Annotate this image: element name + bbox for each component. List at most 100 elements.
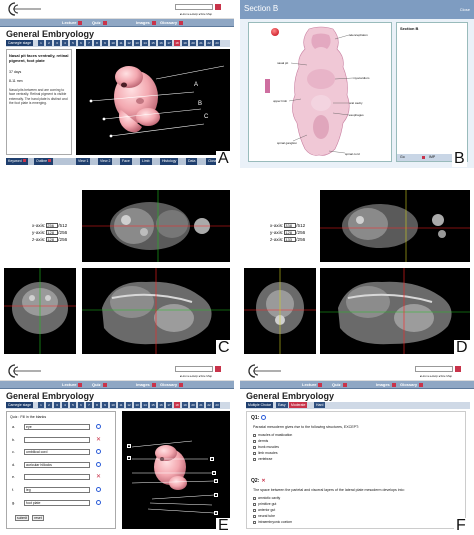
imp-button[interactable]: IMP [429, 155, 435, 159]
stage-page-button[interactable]: 18 [174, 402, 180, 408]
z-axis-input[interactable]: 133 [284, 237, 297, 242]
tab-hard[interactable]: Hard [314, 402, 326, 408]
stage-page-button[interactable]: 18 [174, 40, 180, 46]
callout-box[interactable]: g [214, 511, 218, 515]
stage-page-button[interactable]: 10 [110, 402, 116, 408]
data-button[interactable]: Data [186, 158, 198, 165]
stage-page-button[interactable]: 1 [38, 40, 44, 46]
stage-page-button[interactable]: 9 [102, 40, 108, 46]
z-axis-input[interactable]: 128 [46, 237, 59, 242]
search-input[interactable] [175, 366, 213, 372]
outline-button[interactable]: Outline [34, 158, 54, 165]
callout-box[interactable]: d [212, 471, 216, 475]
radio-button[interactable] [253, 445, 256, 449]
answer-input[interactable]: foot plate [24, 499, 90, 506]
limb-button[interactable]: Limb [140, 158, 152, 165]
y-axis-input[interactable]: 128 [46, 230, 59, 235]
stage-page-button[interactable]: 2 [46, 40, 52, 46]
nav-quiz[interactable]: Quiz [332, 382, 347, 388]
nav-lecture[interactable]: Lecture [302, 382, 323, 388]
stage-page-button[interactable]: 4 [62, 402, 68, 408]
radio-button[interactable] [253, 439, 256, 443]
nav-quiz[interactable]: Quiz [92, 20, 107, 26]
stage-page-button[interactable]: 7 [86, 40, 92, 46]
stage-page-button[interactable]: 12 [126, 402, 132, 408]
search-input[interactable] [175, 4, 213, 10]
radio-button[interactable] [253, 514, 256, 518]
answer-input[interactable] [24, 436, 90, 443]
answer-input[interactable] [24, 474, 90, 481]
stage-page-button[interactable]: 7 [86, 402, 92, 408]
mri-axial-view[interactable] [320, 190, 470, 262]
callout-box[interactable]: f [214, 493, 218, 497]
stage-page-button[interactable]: 8 [94, 40, 100, 46]
keyword-button[interactable]: Keyword [6, 158, 28, 165]
nav-lecture[interactable]: Lecture [62, 20, 83, 26]
stage-page-button[interactable]: 12 [126, 40, 132, 46]
stage-page-button[interactable]: 8 [94, 402, 100, 408]
nav-glossary[interactable]: Glossary [160, 20, 184, 26]
stage-page-button[interactable]: 23 [214, 402, 220, 408]
radio-button[interactable] [253, 520, 256, 524]
stage-page-button[interactable]: 22 [206, 402, 212, 408]
view1-button[interactable]: View 1 [76, 158, 91, 165]
answer-input[interactable]: eye [24, 424, 90, 430]
stage-page-button[interactable]: 15 [150, 402, 156, 408]
radio-button[interactable] [253, 451, 256, 455]
stage-page-button[interactable]: 3 [54, 402, 60, 408]
callout-box[interactable]: b [127, 456, 131, 460]
stage-page-button[interactable]: 16 [158, 40, 164, 46]
stage-page-button[interactable]: 10 [110, 40, 116, 46]
answer-input[interactable]: leg [24, 486, 90, 493]
stage-page-button[interactable]: 19 [182, 40, 188, 46]
radio-button[interactable] [253, 457, 256, 461]
stage-page-button[interactable]: 21 [198, 40, 204, 46]
reset-button[interactable]: reset [32, 515, 44, 521]
record-icon[interactable] [271, 28, 279, 36]
stage-page-button[interactable]: 16 [158, 402, 164, 408]
top-links[interactable]: ▸Home ▸Help ▸Site Map [420, 374, 452, 378]
nav-images[interactable]: Images [136, 20, 156, 26]
mri-coronal-view[interactable] [244, 268, 316, 354]
nav-glossary[interactable]: Glossary [400, 382, 424, 388]
stage-page-button[interactable]: 23 [214, 40, 220, 46]
answer-input[interactable]: umbilical cord [24, 449, 90, 456]
stage-page-button[interactable]: 22 [206, 40, 212, 46]
nav-images[interactable]: Images [376, 382, 396, 388]
stage-page-button[interactable]: 17 [166, 40, 172, 46]
tab-moderate[interactable]: Moderate [289, 402, 308, 408]
stage-page-button[interactable]: 9 [102, 402, 108, 408]
radio-button[interactable] [253, 433, 256, 437]
radio-button[interactable] [253, 502, 256, 506]
stage-page-button[interactable]: 6 [78, 40, 84, 46]
stage-page-button[interactable]: 1 [38, 402, 44, 408]
search-button[interactable] [215, 4, 221, 10]
histology-button[interactable]: Histology [160, 158, 179, 165]
embryo-viewer[interactable]: a b c d e f g [122, 411, 230, 529]
stage-page-button[interactable]: 5 [70, 40, 76, 46]
stage-page-button[interactable]: 5 [70, 402, 76, 408]
stage-page-button[interactable]: 4 [62, 40, 68, 46]
mri-coronal-view[interactable] [4, 268, 76, 354]
search-button[interactable] [455, 366, 461, 372]
x-axis-input[interactable]: 338 [284, 223, 297, 228]
stage-page-button[interactable]: 3 [54, 40, 60, 46]
option-item[interactable]: vertebrae [253, 456, 292, 462]
stage-page-button[interactable]: 14 [142, 402, 148, 408]
stage-page-button[interactable]: 20 [190, 402, 196, 408]
stage-page-button[interactable]: 11 [118, 402, 124, 408]
answer-input[interactable]: auricular hillocks [24, 461, 90, 468]
tab-multiple-choice[interactable]: Multiple Choice [246, 402, 274, 408]
submit-button[interactable]: submit [15, 515, 29, 521]
stage-page-button[interactable]: 17 [166, 402, 172, 408]
tab-easy[interactable]: Easy [276, 402, 288, 408]
histology-image-area[interactable]: telencephalon nasal pit myocardium upper… [248, 22, 392, 162]
radio-button[interactable] [253, 508, 256, 512]
option-item[interactable]: intraembryonic coelom [253, 519, 292, 525]
go-button[interactable]: Go [400, 155, 405, 159]
stage-page-button[interactable]: 21 [198, 402, 204, 408]
nav-quiz[interactable]: Quiz [92, 382, 107, 388]
search-button[interactable] [215, 366, 221, 372]
stage-page-button[interactable]: 13 [134, 402, 140, 408]
stage-page-button[interactable]: 11 [118, 40, 124, 46]
